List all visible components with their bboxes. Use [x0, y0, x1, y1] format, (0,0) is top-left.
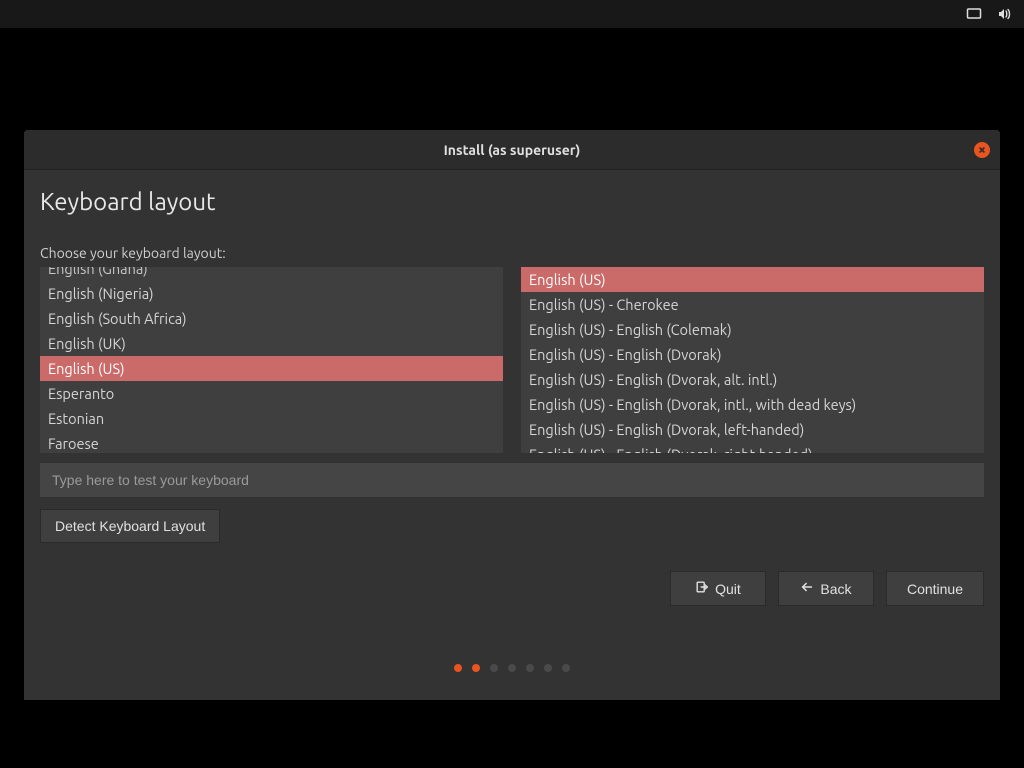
nav-button-row: Quit Back Continue	[40, 571, 984, 606]
close-icon[interactable]	[974, 142, 990, 158]
layout-option-left[interactable]: English (Ghana)	[40, 267, 503, 281]
installer-content: Keyboard layout Choose your keyboard lay…	[24, 170, 1000, 700]
progress-dot	[526, 664, 534, 672]
layout-option-right[interactable]: English (US) - English (Dvorak, right-ha…	[521, 442, 984, 453]
window-title: Install (as superuser)	[444, 142, 581, 158]
layout-option-right[interactable]: English (US) - English (Dvorak)	[521, 342, 984, 367]
layout-option-right[interactable]: English (US) - English (Colemak)	[521, 317, 984, 342]
progress-dots	[40, 664, 984, 672]
continue-button-label: Continue	[907, 581, 963, 597]
layout-option-right[interactable]: English (US) - English (Dvorak, intl., w…	[521, 392, 984, 417]
volume-icon[interactable]	[996, 6, 1012, 22]
layout-option-left[interactable]: English (Nigeria)	[40, 281, 503, 306]
layout-option-left[interactable]: Esperanto	[40, 381, 503, 406]
quit-button-label: Quit	[715, 581, 741, 597]
layout-option-left[interactable]: Faroese	[40, 431, 503, 453]
progress-dot	[508, 664, 516, 672]
page-title: Keyboard layout	[40, 188, 984, 215]
progress-dot	[454, 664, 462, 672]
titlebar: Install (as superuser)	[24, 130, 1000, 170]
system-topbar	[0, 0, 1024, 28]
layout-list-left[interactable]: English (Ghana)English (Nigeria)English …	[40, 267, 503, 453]
layout-option-right[interactable]: English (US) - English (Dvorak, left-han…	[521, 417, 984, 442]
screen-icon[interactable]	[966, 6, 982, 22]
keyboard-test-input[interactable]	[40, 463, 984, 497]
layout-option-right[interactable]: English (US)	[521, 267, 984, 292]
layout-option-left[interactable]: English (South Africa)	[40, 306, 503, 331]
layout-option-right[interactable]: English (US) - English (Dvorak, alt. int…	[521, 367, 984, 392]
back-button[interactable]: Back	[778, 571, 874, 606]
back-arrow-icon	[800, 580, 814, 597]
installer-window: Install (as superuser) Keyboard layout C…	[24, 130, 1000, 700]
quit-icon	[695, 580, 709, 597]
layout-option-right[interactable]: English (US) - Cherokee	[521, 292, 984, 317]
progress-dot	[472, 664, 480, 672]
layout-option-left[interactable]: English (US)	[40, 356, 503, 381]
layout-option-left[interactable]: English (UK)	[40, 331, 503, 356]
back-button-label: Back	[820, 581, 851, 597]
choose-layout-label: Choose your keyboard layout:	[40, 245, 984, 261]
continue-button[interactable]: Continue	[886, 571, 984, 606]
layout-lists-row: English (Ghana)English (Nigeria)English …	[40, 267, 984, 453]
progress-dot	[562, 664, 570, 672]
quit-button[interactable]: Quit	[670, 571, 766, 606]
progress-dot	[544, 664, 552, 672]
layout-list-right[interactable]: English (US)English (US) - CherokeeEngli…	[521, 267, 984, 453]
progress-dot	[490, 664, 498, 672]
detect-keyboard-button[interactable]: Detect Keyboard Layout	[40, 509, 220, 543]
layout-option-left[interactable]: Estonian	[40, 406, 503, 431]
